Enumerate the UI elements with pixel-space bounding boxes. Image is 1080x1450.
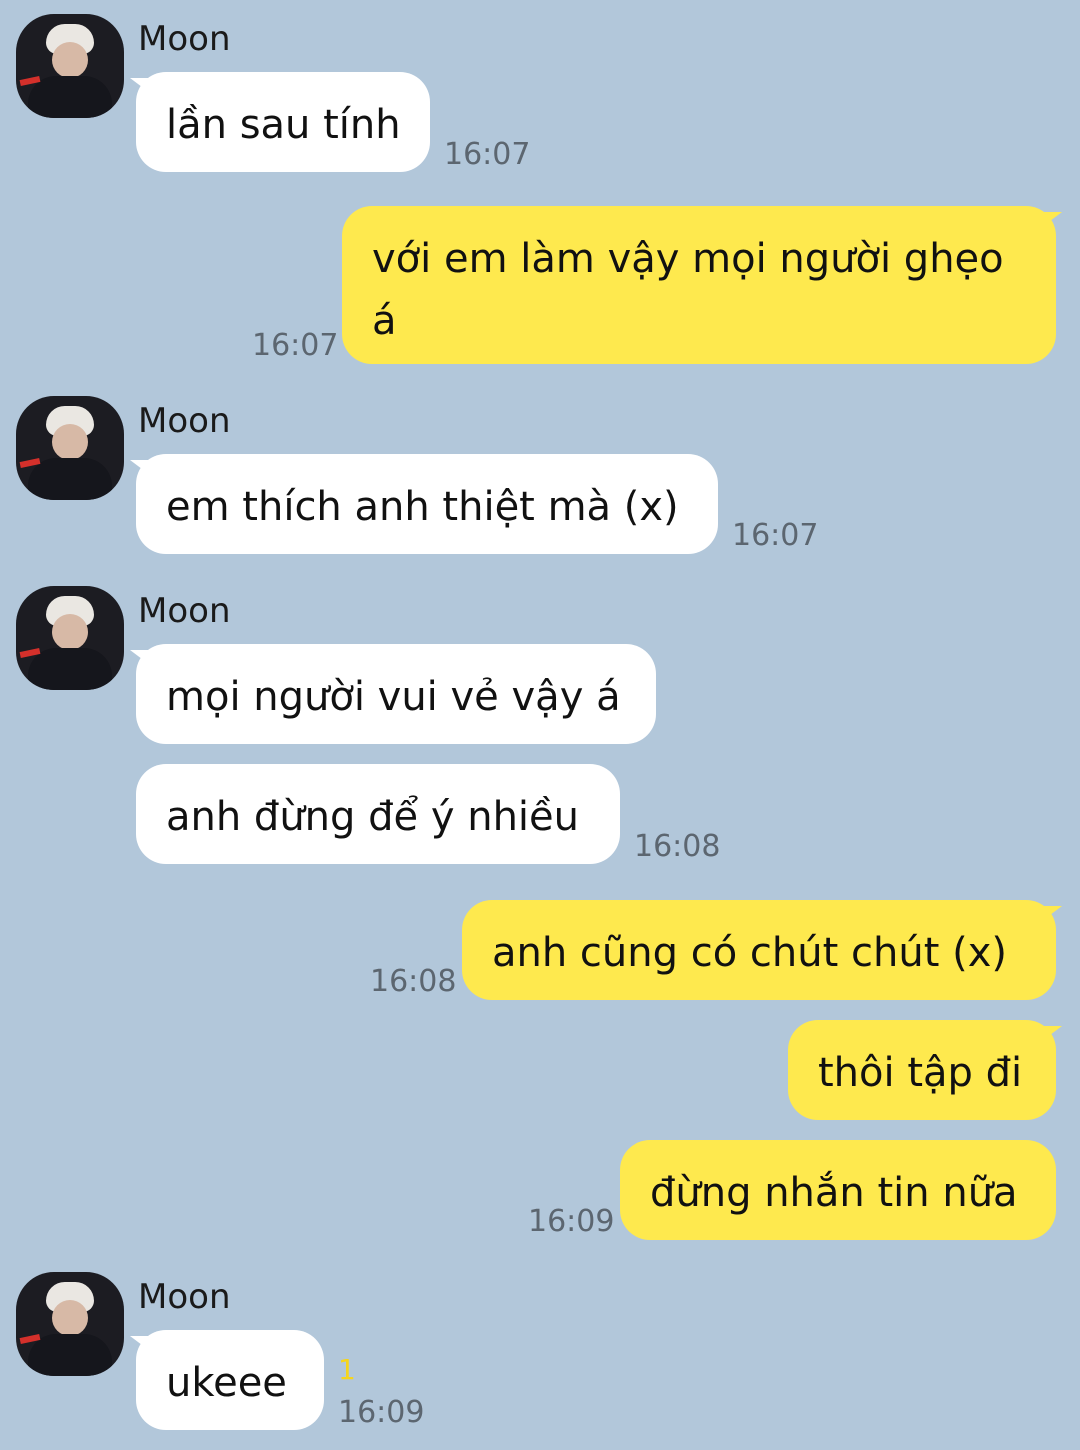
message-bubble[interactable]: em thích anh thiệt mà (x) — [136, 454, 718, 554]
sender-name: Moon — [138, 19, 231, 59]
message-time: 16:07 — [252, 328, 339, 363]
message-bubble[interactable]: mọi người vui vẻ vậy á — [136, 644, 656, 744]
avatar[interactable] — [16, 586, 124, 690]
message-bubble[interactable]: lần sau tính — [136, 72, 430, 172]
message-bubble[interactable]: với em làm vậy mọi người ghẹo á — [342, 206, 1056, 364]
avatar-shirt — [28, 648, 112, 690]
message-time: 16:09 — [338, 1395, 425, 1430]
message-bubble[interactable]: đừng nhắn tin nữa — [620, 1140, 1056, 1240]
avatar-face — [52, 1300, 88, 1336]
message-bubble[interactable]: anh cũng có chút chút (x) — [462, 900, 1056, 1000]
message-time: 16:09 — [528, 1204, 615, 1239]
message-time: 16:08 — [634, 829, 721, 864]
unread-count: 1 — [338, 1353, 356, 1386]
message-time: 16:07 — [444, 137, 531, 172]
message-bubble[interactable]: anh đừng để ý nhiều — [136, 764, 620, 864]
avatar-shirt — [28, 458, 112, 500]
sender-name: Moon — [138, 401, 231, 441]
message-bubble[interactable]: thôi tập đi — [788, 1020, 1056, 1120]
avatar-shirt — [28, 1334, 112, 1376]
avatar[interactable] — [16, 396, 124, 500]
avatar[interactable] — [16, 1272, 124, 1376]
message-bubble[interactable]: ukeee — [136, 1330, 324, 1430]
message-time: 16:08 — [370, 964, 457, 999]
avatar-face — [52, 42, 88, 78]
avatar[interactable] — [16, 14, 124, 118]
sender-name: Moon — [138, 591, 231, 631]
avatar-shirt — [28, 76, 112, 118]
avatar-face — [52, 614, 88, 650]
message-time: 16:07 — [732, 518, 819, 553]
avatar-face — [52, 424, 88, 460]
sender-name: Moon — [138, 1277, 231, 1317]
